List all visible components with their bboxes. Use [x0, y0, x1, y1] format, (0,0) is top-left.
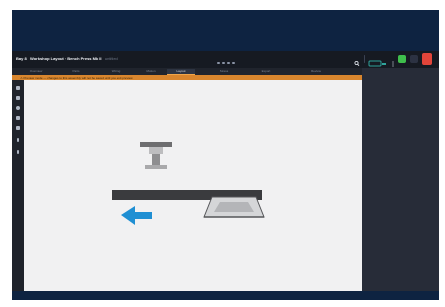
press-foot — [145, 165, 167, 169]
document-subtitle: untitled — [104, 56, 118, 61]
record-icon[interactable] — [16, 106, 20, 110]
share-icon[interactable] — [398, 55, 406, 63]
move-icon[interactable] — [16, 96, 20, 100]
tab-stress[interactable]: Stress — [210, 69, 238, 74]
rotate-icon[interactable] — [17, 138, 19, 142]
settings-icon[interactable] — [410, 55, 418, 63]
drag-handle[interactable] — [217, 51, 239, 64]
window-title: Bay 8 Workshop Layout · Bench Press Mk I… — [16, 56, 118, 61]
tab-motion[interactable]: Motion — [137, 69, 165, 74]
tray-inner — [214, 202, 254, 212]
left-arrow-icon — [121, 206, 152, 225]
tab-bar: Overview Parts Wiring Motion Layout Stre… — [12, 68, 370, 75]
tab-wiring[interactable]: Wiring — [102, 69, 130, 74]
measure-icon[interactable] — [17, 150, 19, 154]
monitor-icon[interactable] — [368, 55, 387, 67]
bottom-frame — [12, 291, 439, 300]
app-title: Bay 8 — [16, 56, 27, 61]
press-diagram — [112, 142, 265, 225]
app-window: Bay 8 Workshop Layout · Bench Press Mk I… — [12, 51, 439, 291]
layers-icon[interactable] — [16, 116, 20, 120]
zoom-icon[interactable] — [16, 126, 20, 130]
select-icon[interactable] — [16, 86, 20, 90]
press-head-neck — [149, 147, 163, 154]
close-icon[interactable] — [422, 53, 432, 65]
menu-icon[interactable] — [391, 55, 395, 67]
press-ram — [152, 154, 160, 166]
tab-export[interactable]: Export — [252, 69, 280, 74]
search-icon[interactable] — [354, 55, 360, 67]
titlebar: Bay 8 Workshop Layout · Bench Press Mk I… — [12, 51, 439, 69]
design-canvas[interactable] — [24, 80, 362, 291]
toolbar-divider — [364, 55, 365, 63]
tool-sidebar — [12, 80, 24, 291]
document-title: Workshop Layout · Bench Press Mk II — [30, 56, 102, 61]
press-head-top — [140, 142, 172, 147]
tab-overview[interactable]: Overview — [22, 69, 50, 74]
properties-panel — [362, 68, 439, 291]
tab-review[interactable]: Review — [302, 69, 330, 74]
tab-parts[interactable]: Parts — [62, 69, 90, 74]
